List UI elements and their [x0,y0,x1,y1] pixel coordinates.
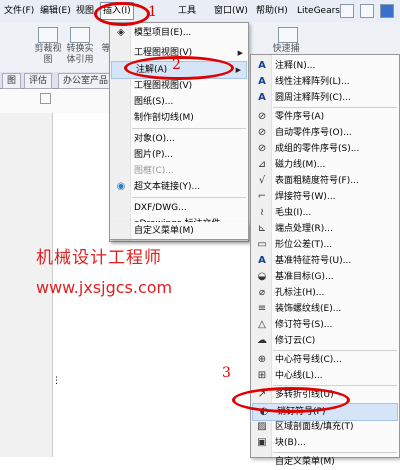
watermark-title: 机械设计工程师 [36,248,162,268]
save-icon[interactable] [380,4,394,18]
annotation-item-icon: ⊘ [257,127,267,138]
annotation-item-13[interactable]: ◒ 基准目标(G)... [251,269,399,285]
annotation-item-icon: ⊞ [257,370,267,381]
menu-item-picture[interactable]: 图片(P)... [110,147,248,163]
annotation-item-1[interactable]: A 线性注释阵列(L)... [251,74,399,90]
callout-number-3: 3 [222,365,231,381]
menu-tools[interactable]: 工具 [176,4,198,18]
annotation-item-icon: ▣ [257,437,267,448]
menu-item-drawing-view[interactable]: 工程图视图(V) [110,78,248,94]
annotation-item-icon: ⊾ [257,223,267,234]
annotation-item-icon: ◒ [257,271,267,282]
annotation-item-4[interactable]: ⊘ 自动零件序号(O)... [251,125,399,141]
tab-evaluate[interactable]: 评估 [24,73,53,89]
watermark-url: www.jxsjgcs.com [36,278,173,297]
annotation-item-icon: ⌀ [258,287,266,298]
annotation-item-17[interactable]: ☁ 修订云(C) [251,333,399,349]
callout-number-2: 2 [172,57,181,73]
tab-office-products[interactable]: 办公室产品 [58,73,114,89]
annotation-item-19[interactable]: ⊞ 中心线(L)... [251,368,399,384]
annotation-item-icon: A [258,255,266,266]
annotation-item-9[interactable]: ≀ 毛虫(I)... [251,205,399,221]
annotation-item-8[interactable]: ⌐ 焊接符号(W)... [251,189,399,205]
menu-item-dxf-dwg[interactable]: DXF/DWG... [110,200,248,216]
menu-help[interactable]: 帮助(H) [254,4,290,18]
annotation-item-icon: ⊕ [257,354,267,365]
menu-window[interactable]: 窗口(W) [212,4,250,18]
menu-bar: 文件(F) 编辑(E) 视图 插入(I) 工具 窗口(W) 帮助(H) Lite… [0,0,400,23]
annotation-item-icon: ☁ [257,335,267,346]
annotation-item-5[interactable]: ⊘ 成组的零件序号(S)... [251,141,399,157]
annotation-item-15[interactable]: ≡ 装饰螺纹线(E)... [251,301,399,317]
menu-item-customize-menu[interactable]: 自定义菜单(M) [110,223,248,239]
callout-number-1: 1 [148,4,157,20]
tab-sketch[interactable]: 图 [2,73,22,89]
annotation-item-7[interactable]: √ 表面粗糙度符号(F)... [251,173,399,189]
annotation-item-18[interactable]: ⊕ 中心符号线(C)... [251,352,399,368]
annotation-item-12[interactable]: A 基准特征符号(U)... [251,253,399,269]
annotation-item-icon: △ [258,319,266,330]
annotation-item-icon: A [258,76,266,87]
annotation-item-22[interactable]: ▨ 区域剖面线/填充(T) [251,419,399,435]
annotation-item-16[interactable]: △ 修订符号(S)... [251,317,399,333]
annotation-item-10[interactable]: ⊾ 端点处理(R)... [251,221,399,237]
annotation-item-2[interactable]: A 圆周注释阵列(C)... [251,90,399,106]
menu-item-object[interactable]: 对象(O)... [110,131,248,147]
insert-menu: ◈ 模型项目(E)... 工程图视图(V) ▶ 注解(A) ▶ 工程图视图(V)… [109,22,249,242]
annotation-item-0[interactable]: A 注释(N)... [251,58,399,74]
menu-view[interactable]: 视图 [74,4,96,18]
annotation-item-icon: √ [258,175,266,186]
menu-item-frame: 图框(C)... [134,166,174,176]
annotation-item-3[interactable]: ⊘ 零件序号(A) [251,109,399,125]
open-folder-icon[interactable] [360,4,374,18]
insert-menu-footer: 自定义菜单(M) [109,222,249,240]
menu-item-hyperlink[interactable]: ◉ 超文本链接(Y)... [110,179,248,195]
convert-entities-caption-1: 转换实 [66,44,94,54]
annotation-item-icon: A [258,60,266,71]
model-items-icon: ◈ [117,27,125,38]
callout-ellipse-3 [232,387,350,413]
annotation-item-icon: ⊿ [257,159,267,170]
annotation-item-icon: A [258,92,266,103]
convert-entities-caption-2: 体引用 [66,55,94,65]
annotation-item-icon: ⊘ [257,111,267,122]
crop-view-icon[interactable] [38,27,58,43]
menu-litegears[interactable]: LiteGears [295,4,342,18]
hyperlink-icon: ◉ [116,181,126,192]
submenu-arrow-icon: ▶ [235,66,241,74]
convert-entities-icon[interactable] [70,27,90,43]
annotation-item-23[interactable]: ▣ 块(B)... [251,435,399,451]
quick-snaps-icon[interactable] [278,27,298,43]
menu-item-section-line[interactable]: 制作剖切线(M) [110,110,248,126]
annotation-item-14[interactable]: ⌀ 孔标注(H)... [251,285,399,301]
menu-edit[interactable]: 编辑(E) [38,4,73,18]
menu-file[interactable]: 文件(F) [2,4,36,18]
annotation-item-24[interactable]: 自定义菜单(M) [251,454,399,470]
pane-icon[interactable] [40,93,51,104]
annotation-item-icon: ⊘ [257,143,267,154]
splitter-handle-icon[interactable]: ⋮ [52,377,61,386]
annotation-item-icon [256,456,268,468]
annotation-item-icon: ▭ [257,239,267,250]
menu-item-model-items[interactable]: ◈ 模型项目(E)... [110,25,248,41]
annotation-item-6[interactable]: ⊿ 磁力线(M)... [251,157,399,173]
submenu-arrow-icon: ▶ [237,49,243,57]
annotation-item-icon: ▨ [257,421,267,432]
annotation-item-icon: ⌐ [257,191,267,202]
menu-item-sheet[interactable]: 图纸(S)... [110,94,248,110]
annotation-item-11[interactable]: ▭ 形位公差(T)... [251,237,399,253]
annotation-item-icon: ≡ [257,303,267,314]
annotation-item-icon: ≀ [260,207,264,218]
callout-ellipse-1 [94,2,150,26]
new-document-icon[interactable] [340,4,354,18]
